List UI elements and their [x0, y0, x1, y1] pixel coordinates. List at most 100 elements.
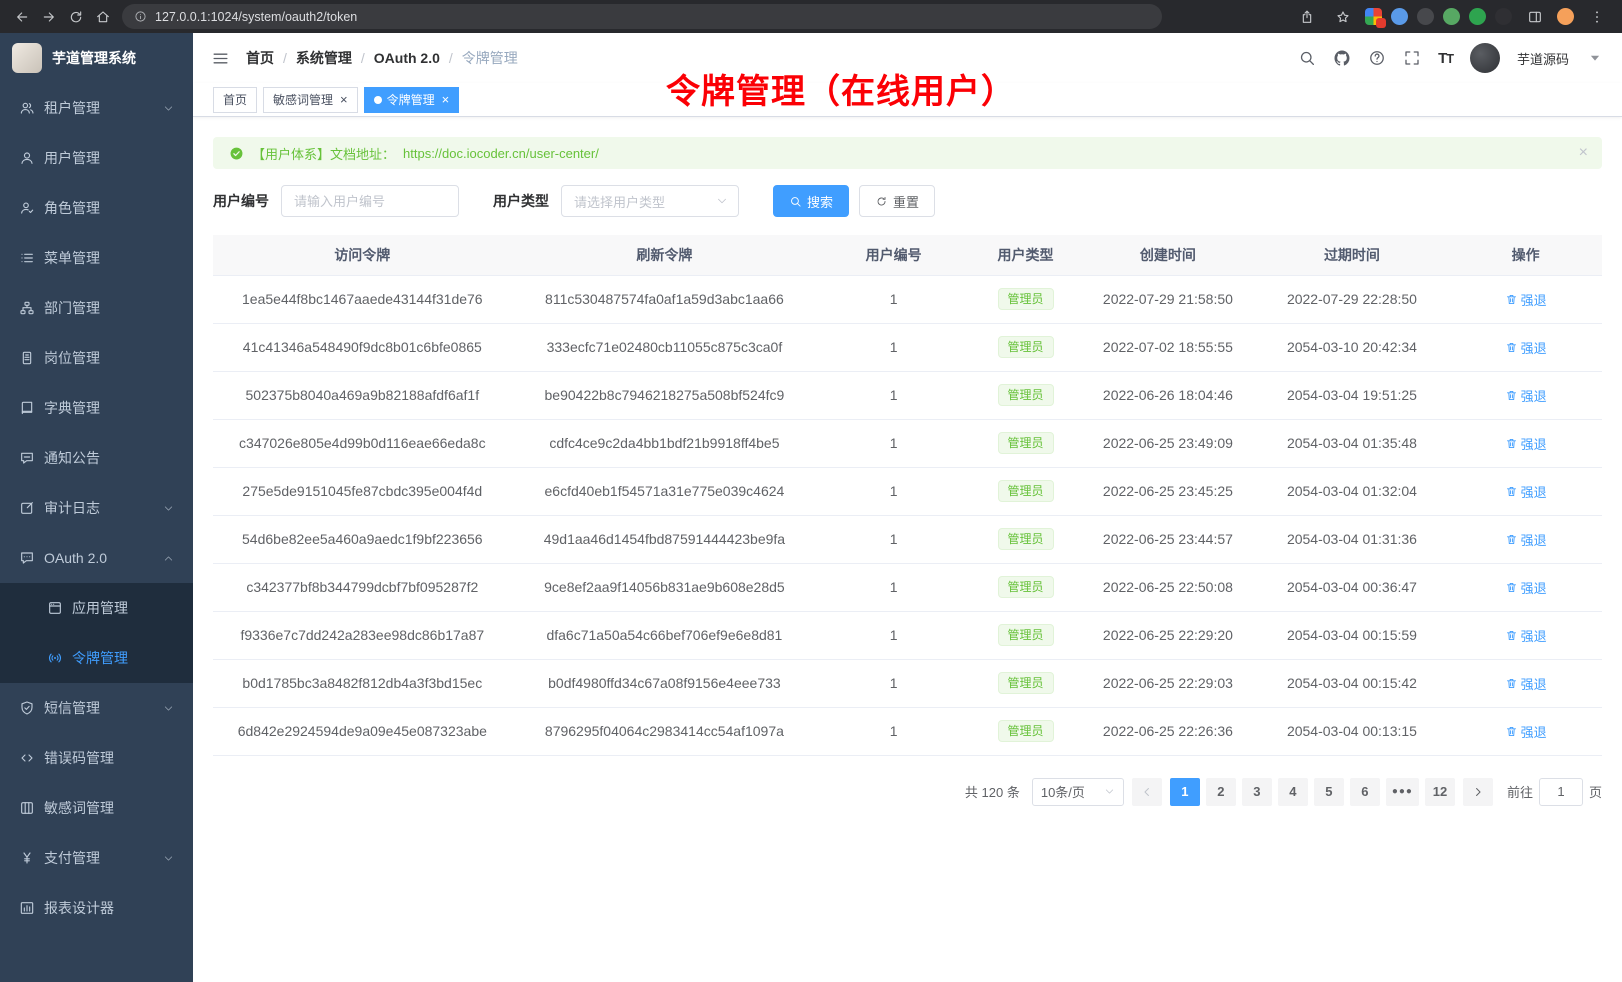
- sidebar-item-oauth2-token[interactable]: 令牌管理: [0, 633, 193, 683]
- topbar-right: TT 芋道源码: [1298, 43, 1604, 73]
- bookmark-star-icon[interactable]: [1329, 3, 1356, 30]
- sidebar-item-dict[interactable]: 字典管理: [0, 383, 193, 433]
- browser-menu-icon[interactable]: [1583, 3, 1610, 30]
- browser-reload-button[interactable]: [62, 3, 89, 30]
- goto-page-input[interactable]: [1539, 778, 1583, 806]
- page-button-4[interactable]: 4: [1278, 778, 1308, 806]
- close-tab-icon[interactable]: ×: [442, 93, 450, 106]
- force-logout-button[interactable]: 强退: [1505, 578, 1547, 597]
- user-type-badge: 管理员: [998, 624, 1054, 646]
- app-logo[interactable]: 芋道管理系统: [0, 33, 193, 83]
- list-icon: [19, 250, 35, 266]
- doc-link[interactable]: https://doc.iocoder.cn/user-center/: [403, 146, 599, 161]
- user-type-select[interactable]: 请选择用户类型: [561, 185, 739, 217]
- column-header: 创建时间: [1081, 235, 1255, 275]
- breadcrumb-item[interactable]: 首页: [246, 48, 274, 68]
- reset-button[interactable]: 重置: [859, 185, 935, 217]
- font-size-icon[interactable]: TT: [1438, 50, 1453, 67]
- sidebar-item-role[interactable]: 角色管理: [0, 183, 193, 233]
- browser-extension-icon[interactable]: [1469, 8, 1486, 25]
- help-icon: [1368, 49, 1386, 67]
- sidebar-item-pay[interactable]: 支付管理: [0, 833, 193, 883]
- sidebar-item-oauth2[interactable]: OAuth 2.0: [0, 533, 193, 583]
- browser-extension-icon[interactable]: [1417, 8, 1434, 25]
- sidebar-item-audit-log[interactable]: 审计日志: [0, 483, 193, 533]
- force-logout-button[interactable]: 强退: [1505, 674, 1547, 693]
- user-id-input[interactable]: [281, 185, 459, 217]
- trash-icon: [1505, 533, 1518, 546]
- page-button-12[interactable]: 12: [1425, 778, 1455, 806]
- expire-time-cell: 2054-03-04 19:51:25: [1255, 371, 1449, 419]
- sidebar-item-notice[interactable]: 通知公告: [0, 433, 193, 483]
- page-button-1[interactable]: 1: [1170, 778, 1200, 806]
- breadcrumb: 首页/系统管理/OAuth 2.0/令牌管理: [246, 48, 518, 68]
- tab-label: 令牌管理: [387, 91, 435, 108]
- address-bar[interactable]: 127.0.0.1:1024/system/oauth2/token: [122, 4, 1162, 29]
- page-button-3[interactable]: 3: [1242, 778, 1272, 806]
- breadcrumb-item[interactable]: 系统管理: [296, 48, 352, 68]
- share-icon[interactable]: [1293, 3, 1320, 30]
- arrow-right-icon: [1471, 785, 1485, 799]
- user-menu-caret-icon[interactable]: [1586, 49, 1604, 67]
- breadcrumb-separator: /: [361, 50, 365, 66]
- column-header: 用户编号: [817, 235, 970, 275]
- sidebar-item-error-code[interactable]: 错误码管理: [0, 733, 193, 783]
- create-time-cell: 2022-06-25 22:26:36: [1081, 707, 1255, 755]
- page-size-select[interactable]: 10条/页: [1032, 778, 1124, 806]
- sidebar-item-sms[interactable]: 短信管理: [0, 683, 193, 733]
- tab-label: 首页: [223, 91, 247, 108]
- page-button-5[interactable]: 5: [1314, 778, 1344, 806]
- sidebar-collapse-icon[interactable]: [211, 49, 230, 68]
- force-logout-button[interactable]: 强退: [1505, 338, 1547, 357]
- force-logout-button[interactable]: 强退: [1505, 482, 1547, 501]
- alert-close-icon[interactable]: ×: [1579, 145, 1588, 161]
- search-button[interactable]: 搜索: [773, 185, 849, 217]
- browser-home-button[interactable]: [89, 3, 116, 30]
- yen-icon: [19, 850, 35, 866]
- force-logout-button[interactable]: 强退: [1505, 290, 1547, 309]
- browser-extension-icon[interactable]: [1391, 8, 1408, 25]
- prev-page-button[interactable]: [1132, 778, 1162, 806]
- next-page-button[interactable]: [1463, 778, 1493, 806]
- force-logout-button[interactable]: 强退: [1505, 530, 1547, 549]
- tab-1[interactable]: 敏感词管理×: [263, 87, 358, 113]
- breadcrumb-item[interactable]: OAuth 2.0: [374, 50, 440, 66]
- book-icon: [19, 400, 35, 416]
- force-logout-button[interactable]: 强退: [1505, 722, 1547, 741]
- force-logout-button[interactable]: 强退: [1505, 626, 1547, 645]
- browser-back-button[interactable]: [8, 3, 35, 30]
- split-icon: [1527, 9, 1543, 25]
- sidebar-item-oauth2-app[interactable]: 应用管理: [0, 583, 193, 633]
- sidebar-item-user[interactable]: 用户管理: [0, 133, 193, 183]
- browser-extension-icon[interactable]: [1495, 8, 1512, 25]
- page-button-6[interactable]: 6: [1350, 778, 1380, 806]
- user-type-badge: 管理员: [998, 384, 1054, 406]
- browser-extension-icon[interactable]: [1443, 8, 1460, 25]
- sidebar-item-menu[interactable]: 菜单管理: [0, 233, 193, 283]
- trash-icon: [1505, 293, 1518, 306]
- access-token-cell: 41c41346a548490f9dc8b01c6bfe0865: [213, 323, 512, 371]
- sidebar-item-label: 字典管理: [44, 398, 174, 418]
- user-id-cell: 1: [817, 611, 970, 659]
- close-tab-icon[interactable]: ×: [340, 93, 348, 106]
- profile-avatar[interactable]: [1557, 8, 1574, 25]
- force-logout-button[interactable]: 强退: [1505, 434, 1547, 453]
- sidebar-item-post[interactable]: 岗位管理: [0, 333, 193, 383]
- sidebar-item-report-designer[interactable]: 报表设计器: [0, 883, 193, 933]
- trash-icon: [1505, 485, 1518, 498]
- logo-avatar: [12, 43, 42, 73]
- username[interactable]: 芋道源码: [1517, 49, 1569, 68]
- app-title: 芋道管理系统: [52, 48, 136, 68]
- page-button-2[interactable]: 2: [1206, 778, 1236, 806]
- split-view-icon[interactable]: [1521, 3, 1548, 30]
- sidebar-item-tenant[interactable]: 租户管理: [0, 83, 193, 133]
- sidebar-item-sensitive-word[interactable]: 敏感词管理: [0, 783, 193, 833]
- browser-forward-button[interactable]: [35, 3, 62, 30]
- force-logout-button[interactable]: 强退: [1505, 386, 1547, 405]
- tab-2[interactable]: 令牌管理 ×: [364, 87, 460, 113]
- tab-0[interactable]: 首页: [213, 87, 257, 113]
- browser-extension-icon[interactable]: [1365, 8, 1382, 25]
- pager-ellipsis[interactable]: ●●●: [1386, 778, 1419, 806]
- sidebar-item-dept[interactable]: 部门管理: [0, 283, 193, 333]
- user-avatar[interactable]: [1470, 43, 1500, 73]
